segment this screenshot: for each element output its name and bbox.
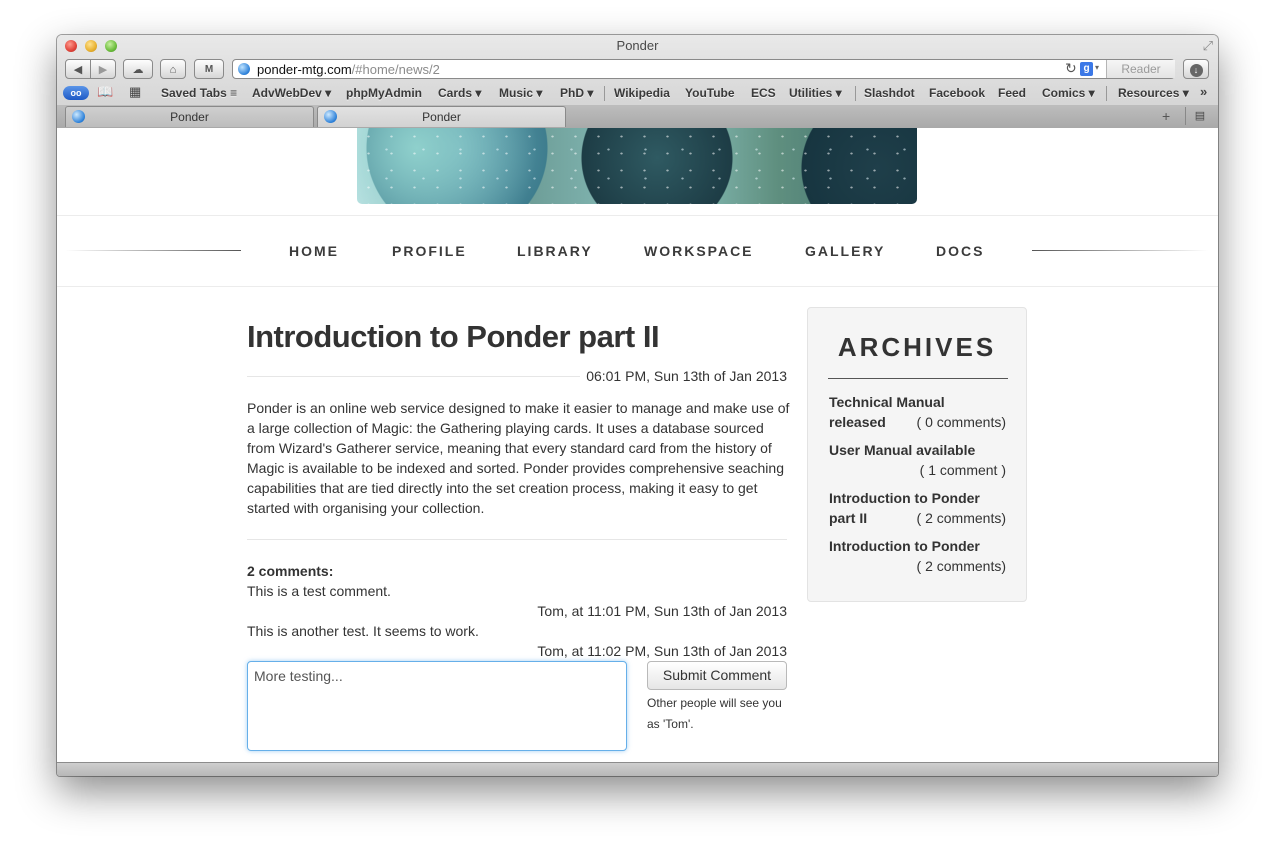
nav-library[interactable]: LIBRARY [517,243,593,259]
archives-divider [828,378,1008,379]
comment-meta: Tom, at 11:01 PM, Sun 13th of Jan 2013 [537,603,787,619]
back-button[interactable]: ◀ [65,59,91,79]
archive-item[interactable]: Introduction to Ponder part II ( 2 commen… [829,488,1009,528]
archive-item-title[interactable]: Introduction to Ponder [829,536,1009,556]
chevron-down-icon[interactable]: ▾ [1095,63,1099,72]
globe-icon [72,110,85,123]
bookmark-phd[interactable]: PhD ▾ [560,86,593,100]
archive-item-count: ( 2 comments) [916,510,1006,526]
cloud-icon: ☁ [132,64,144,76]
tab-label: Ponder [170,110,209,124]
archive-item-count: ( 0 comments) [916,414,1006,430]
bookmark-music[interactable]: Music ▾ [499,86,542,100]
bookmark-utilities[interactable]: Utilities ▾ [789,86,842,100]
bookmark-facebook[interactable]: Facebook [929,86,985,100]
bookmark-comics[interactable]: Comics ▾ [1042,86,1095,100]
tab-bar: Ponder Ponder + ▤ [57,105,1218,128]
archives-title: ARCHIVES [837,332,997,362]
forward-button[interactable]: ▶ [90,59,116,79]
globe-icon [324,110,337,123]
bookmark-separator [604,86,605,101]
home-icon: ⌂ [169,64,177,76]
archive-item[interactable]: User Manual available ( 1 comment ) [829,440,1009,480]
main-nav: HOME PROFILE LIBRARY WORKSPACE GALLERY D… [57,215,1218,287]
bookmark-separator [1106,86,1107,101]
bookmark-wikipedia[interactable]: Wikipedia [614,86,670,100]
window-bottom-bar [57,762,1218,776]
comment-input[interactable] [247,661,627,751]
header-banner-image [357,128,917,204]
fullscreen-icon[interactable]: ⤢ [1203,38,1213,54]
bookmark-cards[interactable]: Cards ▾ [438,86,481,100]
forward-arrow-icon: ▶ [98,64,108,76]
comment-text: This is another test. It seems to work. [247,623,479,639]
nav-divider-right [1032,250,1208,251]
browser-window: Ponder ⤢ ◀ ▶ ☁ ⌂ M ponder-mtg.com/#home/… [57,35,1218,776]
article-date: 06:01 PM, Sun 13th of Jan 2013 [247,368,787,384]
article-date-text: 06:01 PM, Sun 13th of Jan 2013 [580,368,787,384]
submit-comment-button[interactable]: Submit Comment [647,661,787,690]
url-domain: ponder-mtg.com [257,62,352,77]
bookmarks-book-icon[interactable]: 📖 [97,84,113,100]
nav-gallery[interactable]: GALLERY [805,243,885,259]
tab-label: Ponder [422,110,461,124]
browser-chrome: Ponder ⤢ ◀ ▶ ☁ ⌂ M ponder-mtg.com/#home/… [57,35,1218,129]
bookmark-separator [855,86,856,101]
bookmark-advwebdev[interactable]: AdvWebDev ▾ [252,86,331,100]
window-title: Ponder [616,38,659,53]
bookmark-feed[interactable]: Feed [998,86,1026,100]
comments-heading: 2 comments: [247,563,334,579]
address-url[interactable]: ponder-mtg.com/#home/news/2 [257,62,440,77]
nav-workspace[interactable]: WORKSPACE [644,243,754,259]
archive-item-title[interactable]: User Manual available [829,440,1009,460]
nav-docs[interactable]: DOCS [936,243,984,259]
new-tab-icon[interactable]: + [1162,108,1170,124]
nav-profile[interactable]: PROFILE [392,243,467,259]
back-arrow-icon: ◀ [73,64,83,76]
download-icon: ↓ [1189,64,1203,77]
archive-item[interactable]: Technical Manual released ( 0 comments) [829,392,1009,432]
bookmarks-bar: oo 📖 ▦ Saved Tabs ≡ AdvWebDev ▾ phpMyAdm… [57,83,1218,105]
bookmark-resources[interactable]: Resources ▾ [1118,86,1189,100]
comment-text: This is a test comment. [247,583,391,599]
archive-item-title-cont[interactable]: part II [829,510,867,526]
tab-ponder-2[interactable]: Ponder [317,106,566,127]
archive-item-count: ( 2 comments) [916,558,1006,574]
archives-panel: ARCHIVES Technical Manual released ( 0 co… [807,307,1027,602]
comment-identity-note: Other people will see you as 'Tom'. [647,696,782,731]
article-title: Introduction to Ponder part II [247,319,660,354]
bookmark-saved-tabs[interactable]: Saved Tabs ≡ [161,86,237,100]
home-button[interactable]: ⌂ [160,59,186,79]
archive-item-count: ( 1 comment ) [919,462,1006,478]
reader-button[interactable]: Reader [1106,60,1175,78]
tab-overview-icon[interactable]: ▤ [1185,107,1214,125]
address-bar[interactable]: ponder-mtg.com/#home/news/2 ↻ g ▾ Reader [232,59,1175,79]
bookmark-youtube[interactable]: YouTube [685,86,735,100]
reading-list-icon[interactable]: oo [63,86,89,100]
bookmark-slashdot[interactable]: Slashdot [864,86,915,100]
nav-home[interactable]: HOME [289,243,339,259]
top-sites-grid-icon[interactable]: ▦ [129,84,141,100]
nav-divider-left [65,250,241,251]
url-path: /#home/news/2 [351,62,440,77]
archive-item-title-cont[interactable]: released [829,414,886,430]
bookmark-phpmyadmin[interactable]: phpMyAdmin [346,86,422,100]
extension-icon: M [204,64,214,75]
archive-item-title[interactable]: Introduction to Ponder [829,488,1009,508]
tab-ponder-1[interactable]: Ponder [65,106,314,127]
extension-button[interactable]: M [194,59,224,79]
icloud-tabs-button[interactable]: ☁ [123,59,153,79]
bookmark-ecs[interactable]: ECS [751,86,776,100]
body-divider [247,539,787,540]
archive-item[interactable]: Introduction to Ponder ( 2 comments) [829,536,1009,576]
globe-icon [238,63,250,75]
bookmarks-overflow-icon[interactable]: » [1200,84,1207,99]
google-search-icon[interactable]: g [1080,62,1093,76]
reload-icon[interactable]: ↻ [1065,60,1077,77]
downloads-button[interactable]: ↓ [1183,59,1209,79]
archive-item-title[interactable]: Technical Manual [829,392,1009,412]
page-content: HOME PROFILE LIBRARY WORKSPACE GALLERY D… [57,128,1218,762]
comment-meta: Tom, at 11:02 PM, Sun 13th of Jan 2013 [537,643,787,659]
article-body: Ponder is an online web service designed… [247,400,790,516]
